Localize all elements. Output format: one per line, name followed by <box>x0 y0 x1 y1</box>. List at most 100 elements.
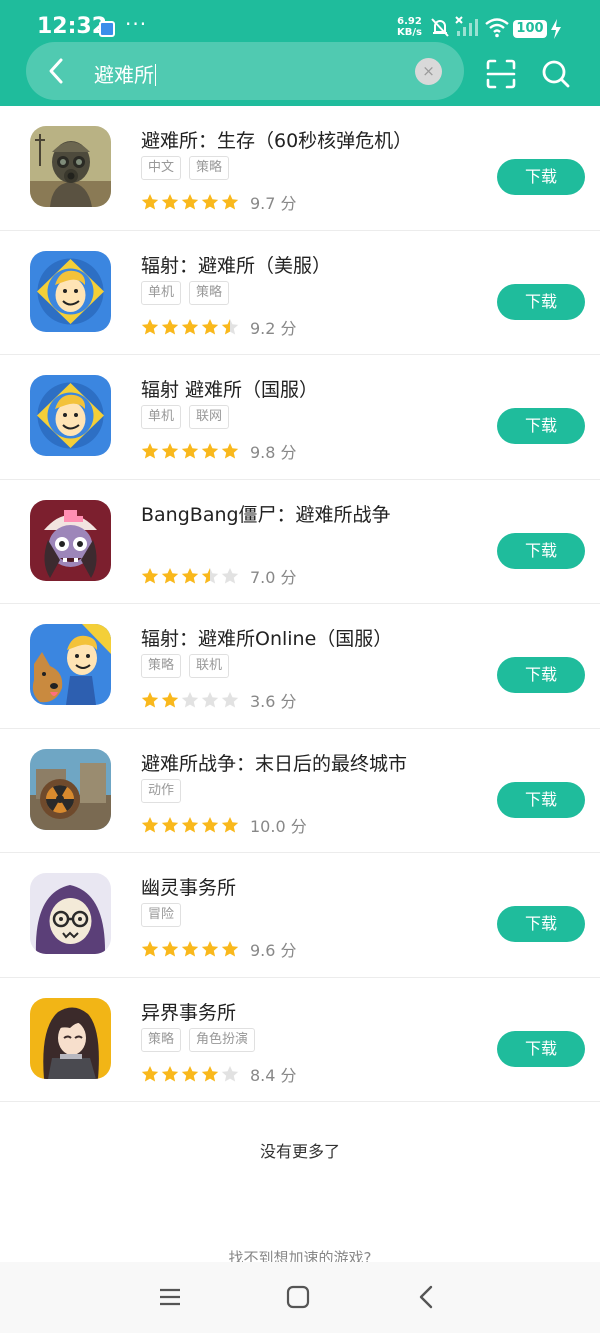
hooded-ghost-icon[interactable] <box>30 873 111 954</box>
star-empty-icon <box>221 567 239 583</box>
app-list-item[interactable]: 避难所战争：末日后的最终城市 动作 10.0 分 下载 <box>0 729 600 853</box>
nav-back-icon[interactable] <box>416 1285 438 1309</box>
star-full-icon <box>161 567 179 583</box>
vault-boy-icon[interactable] <box>30 250 111 332</box>
download-button[interactable]: 下载 <box>497 781 585 818</box>
star-full-icon <box>221 194 239 210</box>
rating-stars <box>141 193 239 211</box>
app-rating: 9.8 分 <box>141 439 297 463</box>
app-rating: 9.2 分 <box>141 315 297 339</box>
more-notifications-icon: ··· <box>125 12 148 36</box>
star-full-icon <box>201 1065 219 1081</box>
anime-girl-icon[interactable] <box>30 997 111 1079</box>
rating-score: 7.0 分 <box>250 567 297 587</box>
app-list-item[interactable]: 辐射：避难所（美服） 单机 策略 9.2 分 下载 <box>0 231 600 355</box>
signal-icon <box>455 16 478 36</box>
app-tag: 联机 <box>189 654 230 678</box>
star-full-icon <box>161 816 179 832</box>
app-list-item[interactable]: 辐射：避难所Online（国服） 策略 联机 3.6 分 下载 <box>0 604 600 729</box>
download-button[interactable]: 下载 <box>497 159 585 195</box>
star-full-icon <box>221 443 239 459</box>
app-list-item[interactable]: 避难所：生存（60秒核弹危机） 中文 策略 9.7 分 下载 <box>0 106 600 231</box>
app-name[interactable]: 辐射：避难所（美服） <box>141 251 331 278</box>
star-full-icon <box>141 941 159 957</box>
star-empty-icon <box>221 1065 239 1081</box>
star-full-icon <box>181 443 199 459</box>
app-list-item[interactable]: 幽灵事务所 冒险 9.6 分 下载 <box>0 853 600 978</box>
rating-stars <box>141 442 239 460</box>
star-full-icon <box>221 941 239 957</box>
star-full-icon <box>141 567 159 583</box>
app-rating: 9.7 分 <box>141 190 297 214</box>
search-icon[interactable] <box>540 58 572 90</box>
rating-stars <box>141 691 239 709</box>
back-icon[interactable] <box>44 56 70 86</box>
star-empty-icon <box>181 692 199 708</box>
download-button[interactable]: 下载 <box>497 532 585 569</box>
app-list-item[interactable]: 异界事务所 策略 角色扮演 8.4 分 下载 <box>0 978 600 1102</box>
app-rating: 8.4 分 <box>141 1062 297 1086</box>
app-name[interactable]: 避难所：生存（60秒核弹危机） <box>141 126 412 153</box>
rating-stars <box>141 816 239 834</box>
app-tag: 联网 <box>189 405 230 429</box>
app-tags: 中文 策略 <box>141 156 230 180</box>
star-full-icon <box>181 318 199 334</box>
rating-stars <box>141 1065 239 1083</box>
gas-mask-soldier-icon[interactable] <box>30 126 111 207</box>
sim-card-icon <box>99 21 115 37</box>
app-tags: 动作 <box>141 778 182 803</box>
app-name[interactable]: 辐射 避难所（国服） <box>141 375 318 402</box>
zombie-nurse-icon[interactable] <box>30 499 111 581</box>
vault-boy-icon[interactable] <box>30 375 111 456</box>
rating-stars <box>141 567 239 585</box>
vault-boy-dog-icon[interactable] <box>30 624 111 705</box>
scan-icon[interactable] <box>485 58 517 90</box>
star-full-icon <box>201 194 219 210</box>
app-tag: 单机 <box>141 280 182 305</box>
download-button[interactable]: 下载 <box>497 283 585 320</box>
download-button[interactable]: 下载 <box>497 906 585 942</box>
star-full-icon <box>141 443 159 459</box>
star-full-icon <box>161 443 179 459</box>
star-empty-icon <box>221 692 239 708</box>
download-button[interactable]: 下载 <box>497 657 585 693</box>
rating-stars <box>141 318 239 336</box>
status-time: 12:32 <box>37 14 108 39</box>
app-name[interactable]: 异界事务所 <box>141 998 236 1025</box>
recent-apps-icon[interactable] <box>158 1285 182 1309</box>
clear-search-button[interactable]: × <box>415 58 442 85</box>
charging-icon <box>551 19 561 39</box>
no-more-text: 没有更多了 <box>259 1142 340 1161</box>
app-tag: 策略 <box>189 156 230 180</box>
rating-score: 9.7 分 <box>250 194 297 213</box>
network-speed-value: 6.92 <box>397 16 422 27</box>
star-full-icon <box>161 941 179 957</box>
download-button[interactable]: 下载 <box>497 408 585 444</box>
rating-score: 3.6 分 <box>250 692 297 711</box>
search-input[interactable]: 避难所 <box>94 59 156 88</box>
star-full-icon <box>161 194 179 210</box>
download-button[interactable]: 下载 <box>497 1030 585 1067</box>
star-half-icon <box>201 567 219 583</box>
star-full-icon <box>141 318 159 334</box>
star-full-icon <box>161 1065 179 1081</box>
rating-score: 9.6 分 <box>250 941 297 960</box>
app-name[interactable]: BangBang僵尸：避难所战争 <box>141 500 391 527</box>
app-tag: 动作 <box>141 778 182 803</box>
search-box[interactable] <box>26 42 464 100</box>
game-not-found-link[interactable]: 找不到想加速的游戏? <box>0 1247 600 1263</box>
rating-score: 8.4 分 <box>250 1065 297 1085</box>
app-name[interactable]: 避难所战争：末日后的最终城市 <box>141 749 407 776</box>
app-header: 12:32 ··· 6.92 KB/s 100 避难所 × <box>0 0 600 106</box>
rating-score: 9.8 分 <box>250 443 297 462</box>
app-list-item[interactable]: 辐射 避难所（国服） 单机 联网 9.8 分 下载 <box>0 355 600 480</box>
star-full-icon <box>221 816 239 832</box>
app-name[interactable]: 辐射：避难所Online（国服） <box>141 624 392 651</box>
app-name[interactable]: 幽灵事务所 <box>141 873 236 900</box>
star-full-icon <box>141 1065 159 1081</box>
home-icon[interactable] <box>285 1285 311 1309</box>
star-empty-icon <box>201 692 219 708</box>
app-list-item[interactable]: BangBang僵尸：避难所战争 7.0 分 下载 <box>0 480 600 604</box>
radiation-fortress-icon[interactable] <box>30 748 111 830</box>
star-full-icon <box>161 692 179 708</box>
